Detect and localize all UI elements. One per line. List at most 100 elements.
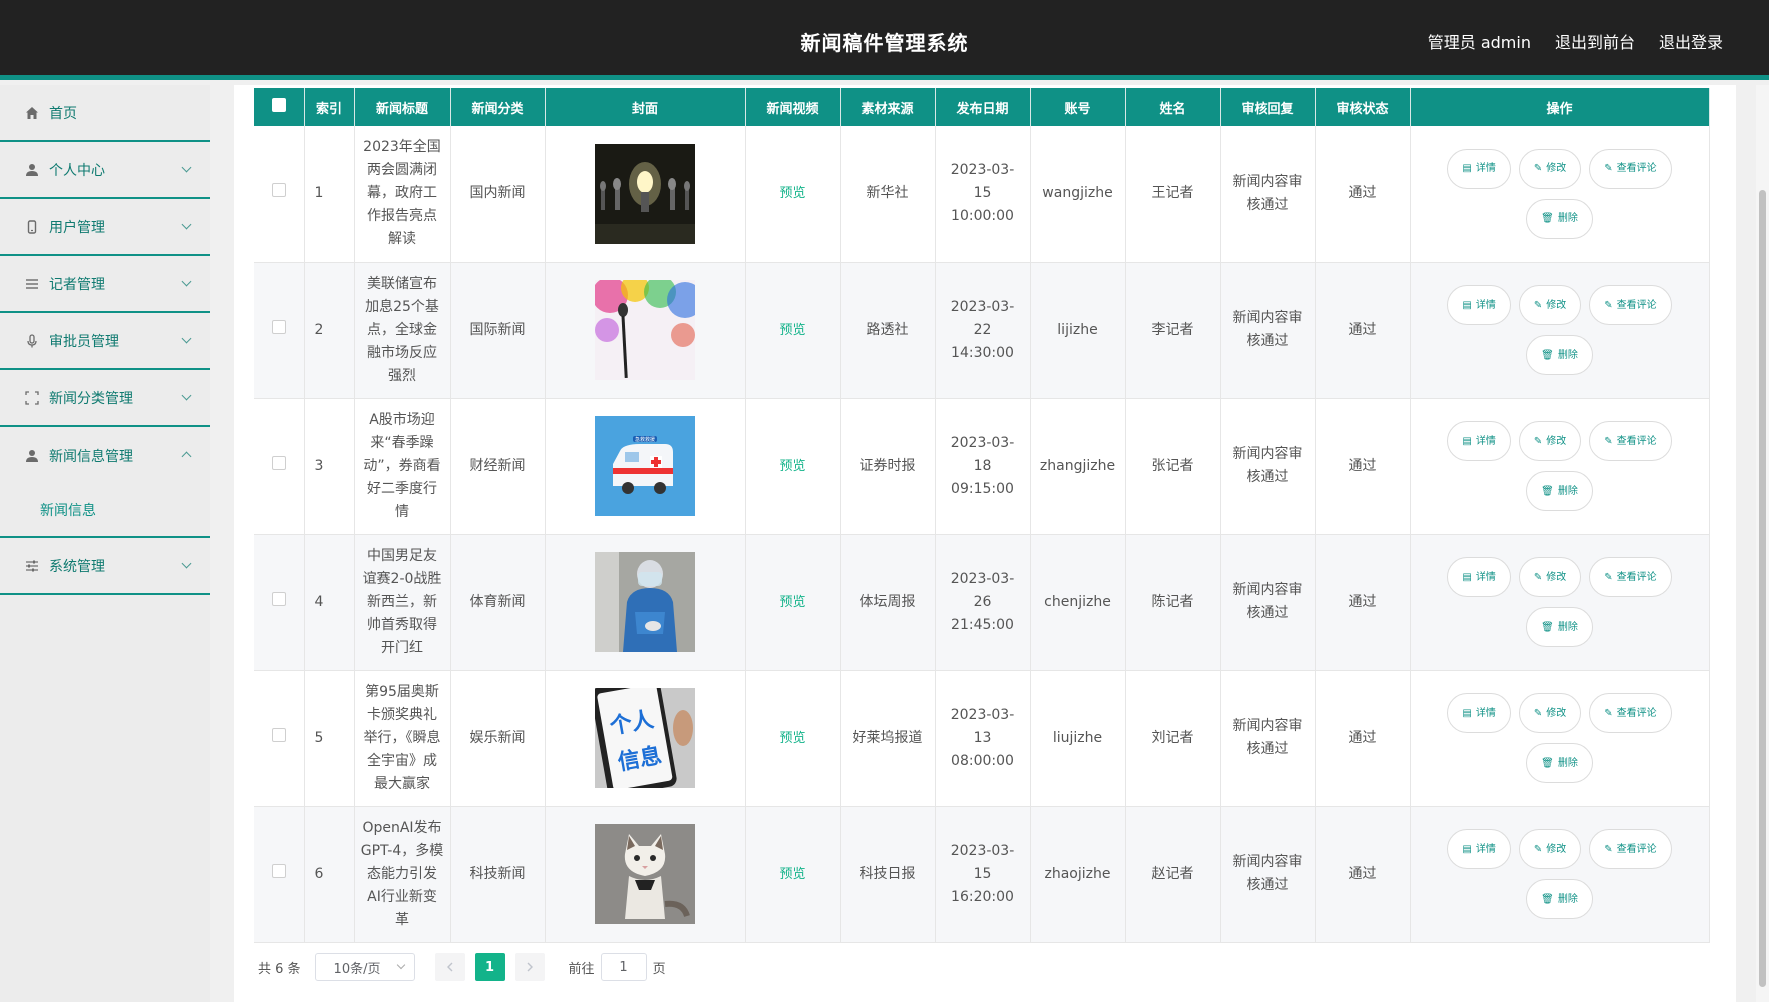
edit-icon: ✎ bbox=[1604, 435, 1613, 447]
trash-icon: 🗑 bbox=[1541, 893, 1554, 905]
detail-label: 详情 bbox=[1475, 163, 1496, 175]
detail-label: 详情 bbox=[1475, 843, 1496, 855]
row-checkbox[interactable] bbox=[271, 455, 286, 470]
frame-icon bbox=[24, 390, 40, 406]
video-preview-link[interactable]: 预览 bbox=[779, 323, 805, 338]
row-select-cell[interactable] bbox=[254, 806, 305, 943]
sidebar-item-home[interactable]: 首页 bbox=[0, 85, 210, 142]
row-checkbox[interactable] bbox=[271, 319, 286, 334]
row-checkbox[interactable] bbox=[271, 183, 286, 198]
video-preview-link[interactable]: 预览 bbox=[779, 595, 805, 610]
submenu-item-news-info[interactable]: 新闻信息 bbox=[0, 484, 210, 538]
sidebar-item-user-management[interactable]: 用户管理 bbox=[0, 199, 210, 256]
column-header: 操作 bbox=[1410, 88, 1710, 126]
sidebar-item-personal-center[interactable]: 个人中心 bbox=[0, 142, 210, 199]
sidebar-item-system-management[interactable]: 系统管理 bbox=[0, 538, 210, 595]
delete-button[interactable]: 🗑 删除 bbox=[1526, 879, 1593, 919]
detail-button[interactable]: ▤ 详情 bbox=[1447, 285, 1511, 325]
vertical-scrollbar[interactable] bbox=[1756, 85, 1769, 1002]
video-preview-link[interactable]: 预览 bbox=[779, 731, 805, 746]
row-select-cell[interactable] bbox=[254, 262, 305, 399]
select-all-checkbox[interactable] bbox=[271, 98, 286, 112]
detail-button[interactable]: ▤ 详情 bbox=[1447, 148, 1511, 189]
cover-cell: 急救救援 bbox=[545, 398, 746, 535]
video-preview-link[interactable]: 预览 bbox=[779, 186, 805, 201]
edit-button[interactable]: ✎ 修改 bbox=[1518, 693, 1582, 733]
main-content: 索引 新闻标题 新闻分类 封面 新闻视频 素材来源 发布日期 账号 姓名 审核回… bbox=[234, 85, 1736, 1002]
chevron-up-icon bbox=[181, 451, 192, 462]
table-row: 5 第95届奥斯卡颁奖典礼举行，《瞬息全宇宙》成最大赢家 娱乐新闻 个人 信息 … bbox=[254, 670, 1710, 807]
goto-label: 前往 bbox=[568, 961, 595, 977]
edit-icon: ✎ bbox=[1604, 571, 1613, 583]
review-status-cell: 通过 bbox=[1315, 398, 1411, 535]
news-table: 索引 新闻标题 新闻分类 封面 新闻视频 素材来源 发布日期 账号 姓名 审核回… bbox=[254, 88, 1710, 943]
row-checkbox[interactable] bbox=[271, 727, 286, 742]
edit-label: 修改 bbox=[1546, 707, 1567, 719]
detail-button[interactable]: ▤ 详情 bbox=[1447, 693, 1511, 733]
goto-page-input[interactable]: 1 bbox=[600, 953, 647, 981]
document-icon: ▤ bbox=[1462, 435, 1472, 447]
exit-to-front-link[interactable]: 退出到前台 bbox=[1555, 29, 1635, 53]
actions-cell: ▤ 详情 ✎ 修改 ✎ 查看评论 🗑 删除 bbox=[1410, 670, 1710, 807]
chevron-down-icon bbox=[181, 333, 192, 344]
user-icon bbox=[24, 162, 40, 178]
page-number-current[interactable]: 1 bbox=[474, 953, 505, 981]
video-preview-link[interactable]: 预览 bbox=[779, 867, 805, 882]
name-cell: 张记者 bbox=[1125, 398, 1221, 535]
page-size-select[interactable]: 10条/页 bbox=[314, 953, 415, 981]
view-comments-button[interactable]: ✎ 查看评论 bbox=[1589, 285, 1672, 325]
index-cell: 2 bbox=[304, 262, 355, 399]
top-header: 新闻稿件管理系统 管理员 admin 退出到前台 退出登录 bbox=[0, 0, 1769, 80]
next-page-button[interactable] bbox=[514, 953, 545, 981]
news-category-cell: 科技新闻 bbox=[450, 806, 546, 943]
edit-button[interactable]: ✎ 修改 bbox=[1518, 829, 1582, 869]
delete-button[interactable]: 🗑 删除 bbox=[1526, 743, 1593, 783]
delete-button[interactable]: 🗑 删除 bbox=[1526, 198, 1593, 239]
prev-page-button[interactable] bbox=[434, 953, 465, 981]
admin-label: 管理员 admin bbox=[1427, 33, 1531, 52]
edit-label: 修改 bbox=[1546, 843, 1567, 855]
row-select-cell[interactable] bbox=[254, 670, 305, 807]
edit-button[interactable]: ✎ 修改 bbox=[1518, 285, 1582, 325]
mic-icon bbox=[24, 333, 40, 349]
column-header: 素材来源 bbox=[840, 88, 936, 126]
view-comments-button[interactable]: ✎ 查看评论 bbox=[1589, 148, 1672, 189]
row-checkbox[interactable] bbox=[271, 591, 286, 606]
sidebar-item-reporter-management[interactable]: 记者管理 bbox=[0, 256, 210, 313]
detail-button[interactable]: ▤ 详情 bbox=[1447, 557, 1511, 597]
news-title-cell: A股市场迎来“春季躁动”，券商看好二季度行情 bbox=[354, 398, 451, 535]
sidebar-item-news-category-management[interactable]: 新闻分类管理 bbox=[0, 370, 210, 427]
detail-label: 详情 bbox=[1475, 299, 1496, 311]
logout-link[interactable]: 退出登录 bbox=[1659, 29, 1723, 53]
view-comments-button[interactable]: ✎ 查看评论 bbox=[1589, 693, 1672, 733]
review-reply-cell: 新闻内容审核通过 bbox=[1220, 126, 1316, 263]
scrollbar-thumb[interactable] bbox=[1759, 190, 1766, 987]
cover-image bbox=[595, 280, 695, 380]
video-preview-link[interactable]: 预览 bbox=[779, 459, 805, 474]
view-comments-button[interactable]: ✎ 查看评论 bbox=[1589, 421, 1672, 461]
publish-date-cell: 2023-03-13 08:00:00 bbox=[935, 670, 1031, 807]
view-comments-button[interactable]: ✎ 查看评论 bbox=[1589, 829, 1672, 869]
detail-button[interactable]: ▤ 详情 bbox=[1447, 421, 1511, 461]
delete-button[interactable]: 🗑 删除 bbox=[1526, 335, 1593, 375]
view-comments-button[interactable]: ✎ 查看评论 bbox=[1589, 557, 1672, 597]
delete-button[interactable]: 🗑 删除 bbox=[1526, 607, 1593, 647]
sidebar-item-news-info-management[interactable]: 新闻信息管理 bbox=[0, 427, 210, 484]
row-select-cell[interactable] bbox=[254, 398, 305, 535]
edit-button[interactable]: ✎ 修改 bbox=[1518, 148, 1582, 189]
row-checkbox[interactable] bbox=[271, 863, 286, 878]
news-title-cell: 美联储宣布加息25个基点，全球金融市场反应强烈 bbox=[354, 262, 451, 399]
select-all-header[interactable] bbox=[254, 88, 305, 126]
row-select-cell[interactable] bbox=[254, 534, 305, 671]
sidebar-item-approver-management[interactable]: 审批员管理 bbox=[0, 313, 210, 370]
review-reply-cell: 新闻内容审核通过 bbox=[1220, 534, 1316, 671]
edit-icon: ✎ bbox=[1533, 163, 1543, 175]
delete-button[interactable]: 🗑 删除 bbox=[1526, 471, 1593, 511]
edit-button[interactable]: ✎ 修改 bbox=[1518, 557, 1582, 597]
edit-button[interactable]: ✎ 修改 bbox=[1518, 421, 1582, 461]
edit-icon: ✎ bbox=[1533, 299, 1543, 311]
column-header: 审核状态 bbox=[1315, 88, 1411, 126]
row-select-cell[interactable] bbox=[254, 126, 305, 263]
detail-button[interactable]: ▤ 详情 bbox=[1447, 829, 1511, 869]
row-actions: ▤ 详情 ✎ 修改 ✎ 查看评论 🗑 删除 bbox=[1440, 829, 1680, 919]
